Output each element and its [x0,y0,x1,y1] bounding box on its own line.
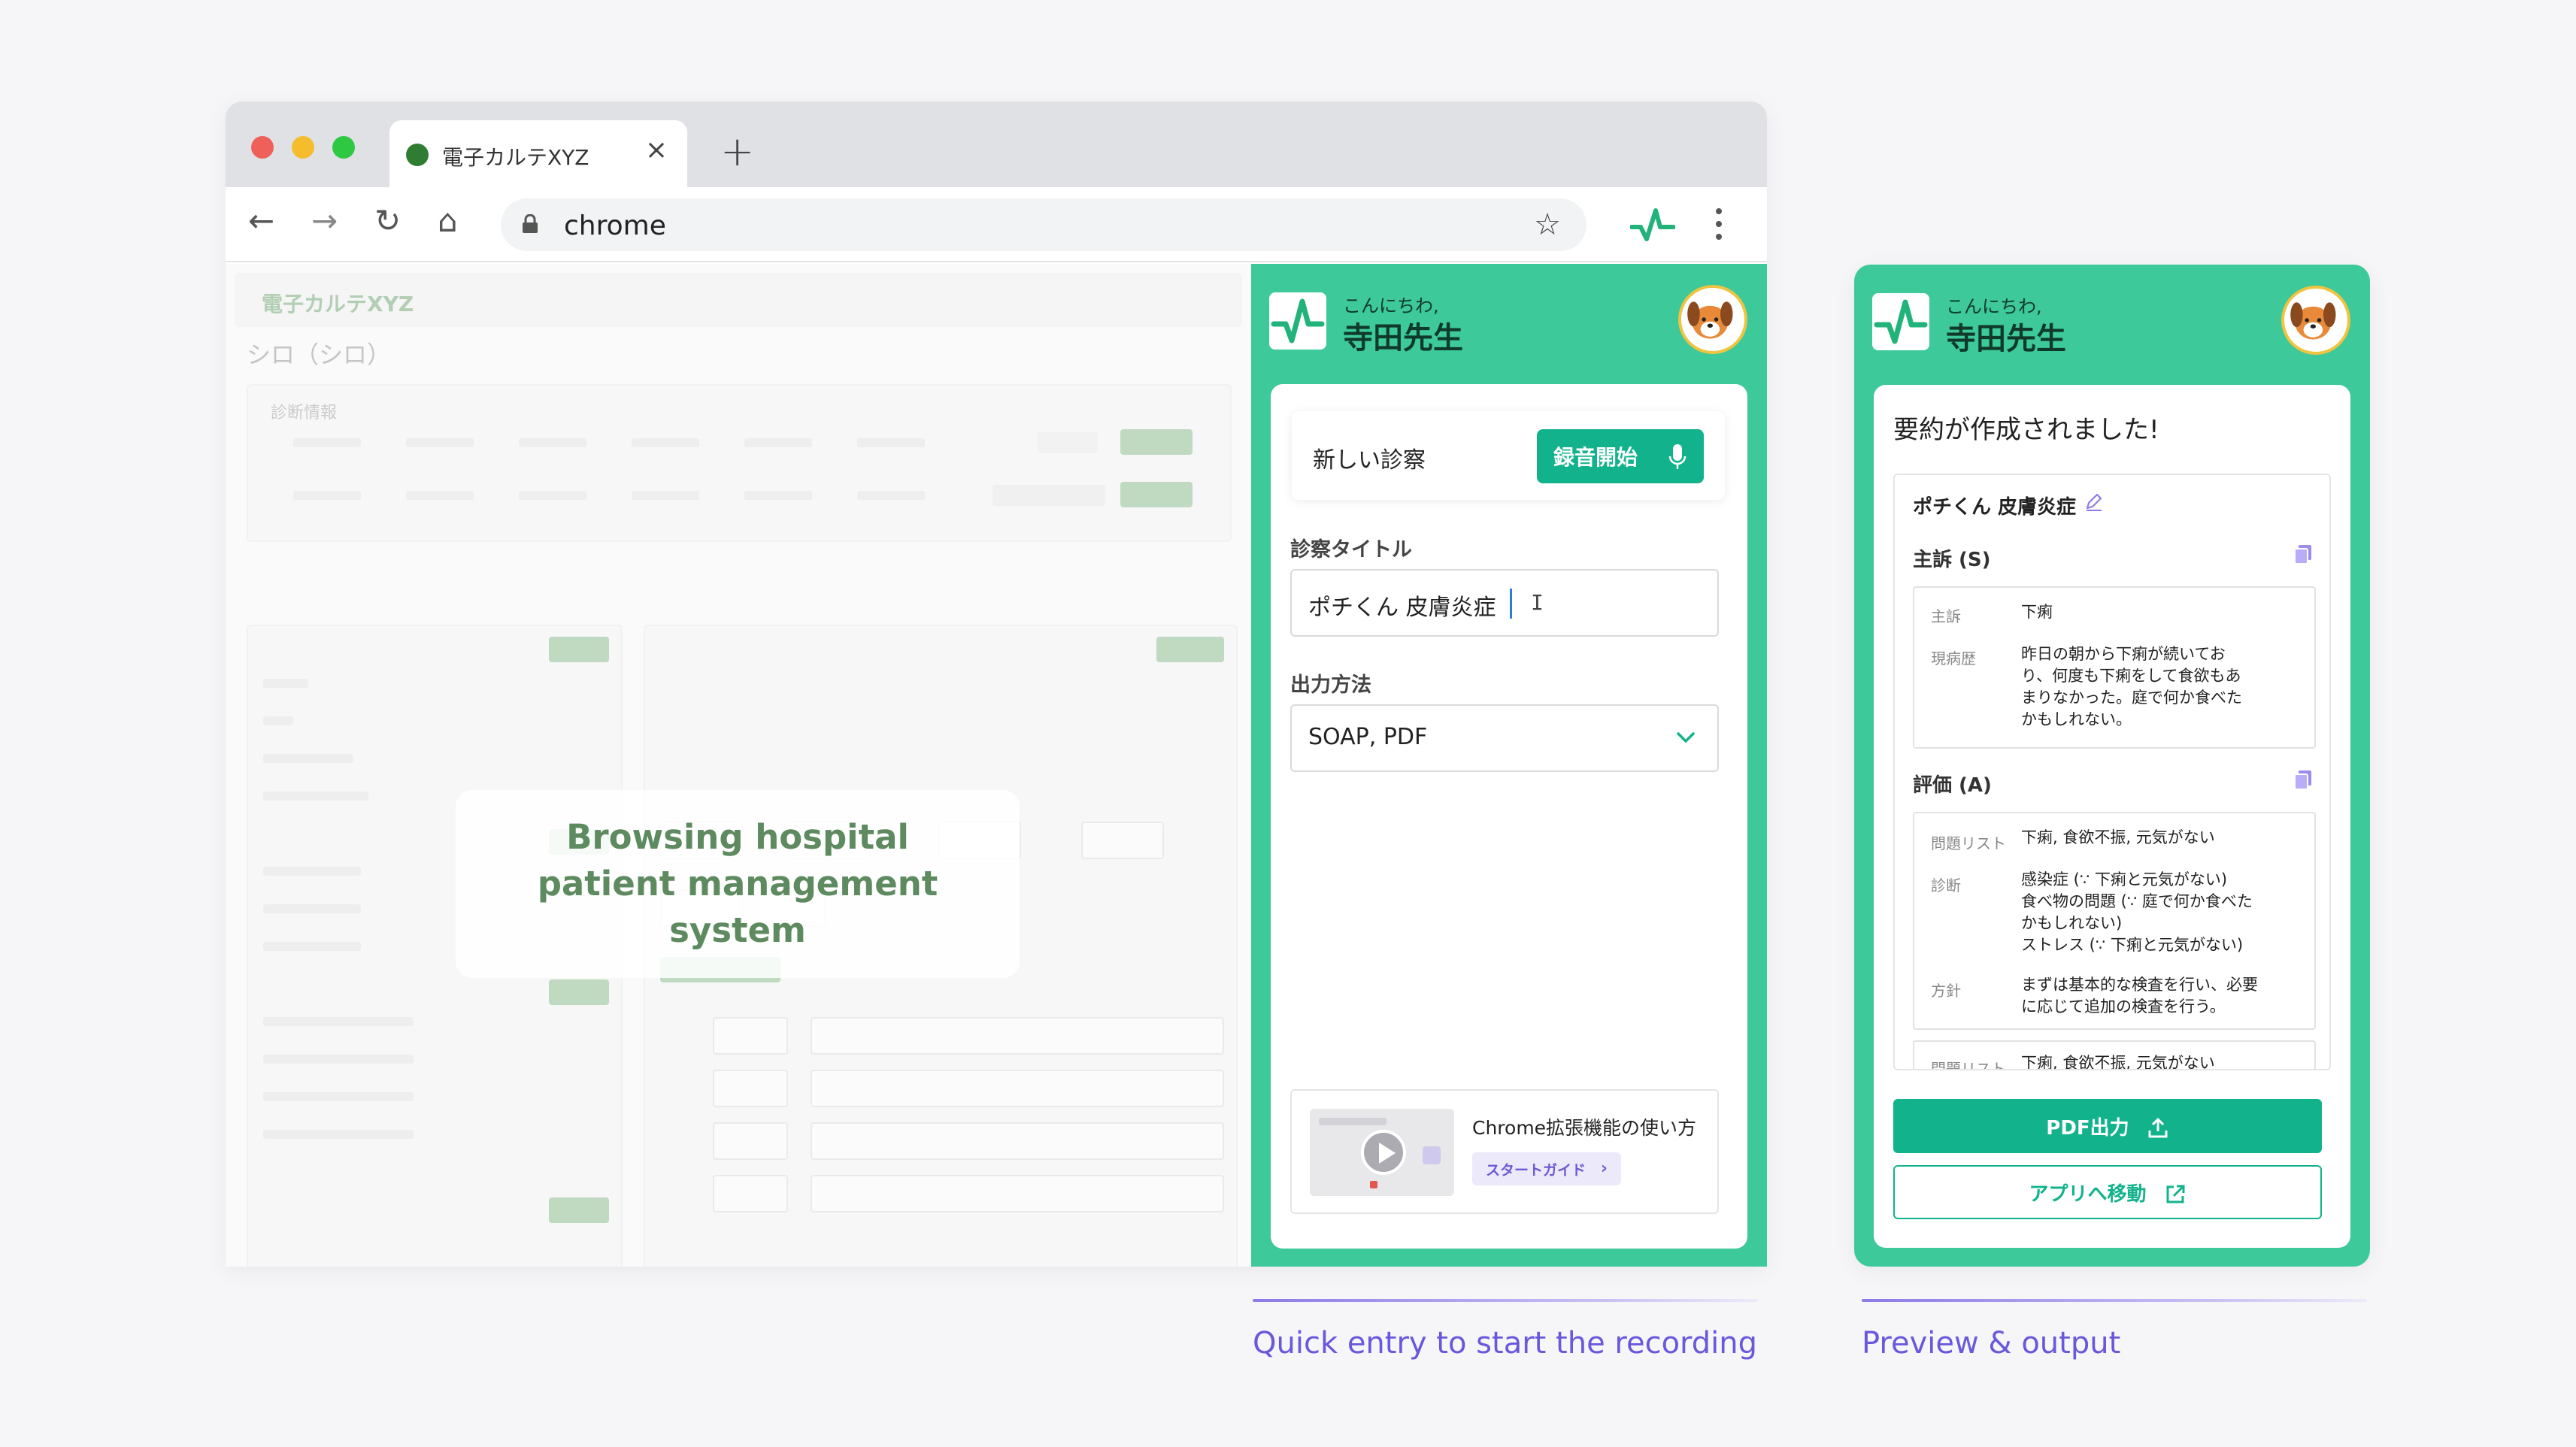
subjective-box: 主訴 下痢 現病歴 昨日の朝から下痢が続いてお り、何度も下痢をして食欲もあ ま… [1913,586,2316,749]
microphone-icon [1668,444,1687,469]
caption-left: Quick entry to start the recording [1253,1326,1758,1361]
pulse-logo-icon [1269,292,1326,350]
output-method-value: SOAP, PDF [1308,724,1428,750]
ehr-diagnosis-box: 診断情報 [247,384,1232,542]
assessment-key: 方針 [1931,982,1961,1000]
copy-icon[interactable] [2292,543,2314,565]
pdf-export-label: PDF出力 [2046,1116,2129,1140]
pencil-icon[interactable] [2084,492,2104,511]
back-icon[interactable]: ← [248,205,274,237]
tab-favicon-icon [406,144,429,166]
play-icon [1361,1130,1406,1175]
address-bar[interactable]: chrome ☆ [501,198,1587,251]
caption-divider [1862,1299,2367,1302]
assessment-title: 評価 (A) [1913,774,1992,797]
visit-title-value: ポチくん 皮膚炎症 [1308,595,1496,621]
external-link-icon [2166,1185,2185,1203]
output-method-select[interactable]: SOAP, PDF [1290,704,1719,772]
chevron-right-icon: › [1600,1159,1608,1178]
window-close-button[interactable] [251,136,274,159]
assessment-value: 感染症 (∵ 下痢と元気がない) 食べ物の問題 (∵ 庭で何か食べた かもしれな… [2021,870,2253,954]
reload-icon[interactable]: ↻ [374,205,401,237]
assessment-overflow-box: 問題リスト 下痢, 食欲不振, 元気がない [1913,1040,2316,1070]
upload-icon [2148,1118,2168,1138]
assessment-key: 診断 [1931,876,1961,895]
browser-window: 電子カルテXYZ × + ← → ↻ ⌂ chrome ☆ 電子カルテXYZ シ… [226,101,1767,1267]
tab-strip: 電子カルテXYZ × + [226,101,1767,187]
new-visit-card: 新しい診察 録音開始 [1292,411,1725,500]
subjective-value: 下痢 [2021,603,2053,621]
output-method-label: 出力方法 [1290,674,1371,697]
ehr-page: 電子カルテXYZ シロ（シロ） 診断情報 Browsing hospital p… [226,264,1251,1267]
pulse-logo-icon [1872,293,1929,350]
sidebar-card: 新しい診察 録音開始 診察タイトル ポチくん 皮膚炎症 I 出力方法 SOAP,… [1271,384,1747,1249]
summary-done-title: 要約が作成されました! [1893,415,2159,445]
ehr-edit-button [1120,482,1193,507]
ehr-patient-name: シロ（シロ） [247,341,392,369]
tab-ehr[interactable]: 電子カルテXYZ × [389,120,687,187]
assessment-value: まずは基本的な検査を行い、必要 に応じて追加の検査を行う。 [2021,976,2258,1016]
start-recording-label: 録音開始 [1553,445,1638,470]
caption-divider [1253,1299,1758,1302]
pdf-export-button[interactable]: PDF出力 [1893,1099,2322,1153]
url-text: chrome [564,210,666,241]
visit-title-input[interactable]: ポチくん 皮膚炎症 I [1290,569,1719,637]
ehr-section-title: 診断情報 [271,404,338,422]
assessment-key: 問題リスト [1931,834,2006,852]
new-tab-button[interactable]: + [720,132,754,172]
start-guide-button[interactable]: スタートガイド › [1472,1152,1621,1185]
extension-sidebar: こんにちわ, 寺田先生 新しい診察 録音開始 診察タイトル ポチくん 皮膚炎症 … [1251,264,1767,1267]
start-guide-label: スタートガイド [1486,1161,1587,1179]
home-icon[interactable]: ⌂ [438,205,458,237]
open-app-label: アプリへ移動 [2029,1182,2147,1206]
assessment-key: 問題リスト [1931,1060,2006,1070]
start-guide-card[interactable]: Chrome拡張機能の使い方 スタートガイド › [1290,1089,1719,1214]
ehr-edit-button [1120,429,1193,455]
assessment-value: 下痢, 食欲不振, 元気がない [2021,828,2215,846]
doctor-name: 寺田先生 [1946,322,2066,356]
browser-toolbar: ← → ↻ ⌂ chrome ☆ [226,187,1767,262]
ehr-brand: 電子カルテXYZ [262,292,414,316]
overlay-card: Browsing hospital patient management sys… [456,790,1020,978]
copy-icon[interactable] [2292,768,2314,791]
browser-menu-icon[interactable] [1716,208,1723,243]
caption-right: Preview & output [1862,1326,2121,1361]
window-maximize-button[interactable] [332,136,355,159]
bookmark-star-icon[interactable]: ☆ [1534,207,1561,242]
assessment-box: 問題リスト 下痢, 食欲不振, 元気がない 診断 感染症 (∵ 下痢と元気がない… [1913,812,2316,1030]
overlay-text: Browsing hospital patient management sys… [537,817,938,950]
doctor-name: 寺田先生 [1343,321,1463,356]
extension-pulse-icon[interactable] [1630,204,1675,245]
ehr-background: 電子カルテXYZ シロ（シロ） 診断情報 [226,264,1251,1267]
summary-box[interactable]: ポチくん 皮膚炎症 主訴 (S) 主訴 下痢 現病歴 昨日の朝から下痢が続いてお… [1893,474,2331,1070]
guide-video-thumbnail[interactable] [1310,1109,1454,1196]
subjective-title: 主訴 (S) [1913,549,1991,571]
dog-avatar-icon[interactable] [2281,286,2350,355]
subjective-key: 主訴 [1931,607,1961,625]
preview-card: 要約が作成されました! ポチくん 皮膚炎症 主訴 (S) 主訴 下痢 現病歴 昨… [1874,385,2350,1248]
window-minimize-button[interactable] [292,136,314,159]
chevron-down-icon [1677,732,1695,743]
start-recording-button[interactable]: 録音開始 [1537,429,1704,483]
subjective-value: 昨日の朝から下痢が続いてお り、何度も下痢をして食欲もあ まりなかった。庭で何か… [2021,645,2242,728]
assessment-value: 下痢, 食欲不振, 元気がない [2021,1054,2215,1070]
guide-title: Chrome拡張機能の使い方 [1472,1117,1697,1139]
preview-panel: こんにちわ, 寺田先生 要約が作成されました! ポチくん 皮膚炎症 主訴 (S) [1854,265,2370,1267]
lock-icon [523,214,538,233]
visit-title-label: 診察タイトル [1290,538,1412,562]
open-app-button[interactable]: アプリへ移動 [1893,1165,2322,1219]
dog-avatar-icon[interactable] [1678,285,1747,354]
subjective-key: 現病歴 [1931,649,1976,667]
case-title: ポチくん 皮膚炎症 [1913,496,2077,519]
tab-close-icon[interactable]: × [645,137,668,164]
new-visit-label: 新しい診察 [1313,447,1426,474]
tab-title: 電子カルテXYZ [442,145,589,170]
forward-icon[interactable]: → [311,205,338,237]
text-cursor-icon: I [1531,590,1544,615]
text-caret [1510,589,1512,619]
ehr-header: 電子カルテXYZ [235,273,1242,327]
